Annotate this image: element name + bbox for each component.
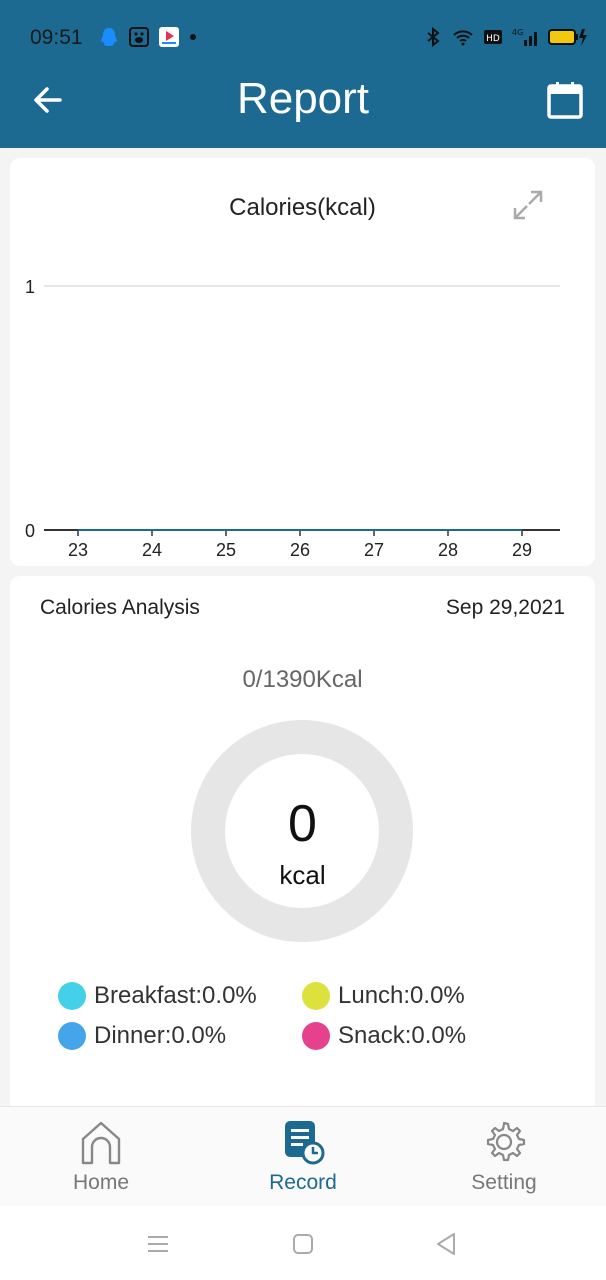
calendar-icon[interactable] (546, 80, 584, 120)
x-tick-label: 24 (142, 540, 162, 560)
page-title: Report (236, 74, 370, 123)
legend-label: Lunch:0.0% (338, 982, 465, 1009)
snack-dot (302, 1022, 330, 1050)
dinner-dot (58, 1022, 86, 1050)
calories-line-chart: 0 1 23 24 25 26 27 28 29 (25, 277, 560, 560)
nav-item-record[interactable]: Record (243, 1119, 363, 1195)
nav-label-home: Home (72, 1171, 130, 1194)
calories-analysis-card: Calories Analysis Sep 29,2021 0/1390Kcal… (10, 576, 595, 1116)
x-tick-label: 25 (216, 540, 236, 560)
nav-item-home[interactable]: Home (41, 1119, 161, 1195)
legend-item-breakfast: Breakfast:0.0% (58, 982, 257, 1010)
dot-icon (190, 34, 196, 40)
nav-item-setting[interactable]: Setting (444, 1119, 564, 1195)
home-icon (81, 1121, 121, 1165)
x-tick-label: 26 (290, 540, 310, 560)
system-navigation-bar (0, 1206, 606, 1280)
hd-icon: HD (484, 30, 502, 44)
nav-label-setting: Setting (471, 1171, 537, 1194)
analysis-title: Calories Analysis (40, 596, 200, 619)
back-triangle-icon[interactable] (432, 1230, 460, 1258)
legend-label: Breakfast:0.0% (94, 982, 257, 1009)
bluetooth-icon (427, 26, 440, 48)
signal-4g-icon: 4G (512, 28, 537, 46)
battery-icon (548, 29, 587, 46)
gear-icon (486, 1121, 526, 1162)
legend-item-dinner: Dinner:0.0% (58, 1022, 226, 1050)
status-bar: 09:51 HD 4G (0, 0, 606, 54)
expand-icon[interactable] (511, 188, 545, 222)
legend-label: Dinner:0.0% (94, 1022, 227, 1049)
x-tick-label: 29 (512, 540, 532, 560)
legend-label: Snack:0.0% (338, 1022, 467, 1049)
bottom-navigation: Home Record Setting (0, 1106, 606, 1206)
y-tick-label: 0 (25, 521, 35, 541)
legend-item-snack: Snack:0.0% (302, 1022, 466, 1050)
app-header: Report (0, 54, 606, 148)
calorie-value: 0 (288, 795, 317, 853)
svg-text:4G: 4G (512, 28, 523, 37)
legend-item-lunch: Lunch:0.0% (302, 982, 465, 1010)
breakfast-dot (58, 982, 86, 1010)
x-tick-label: 23 (68, 540, 88, 560)
menu-icon[interactable] (144, 1230, 172, 1258)
wifi-icon (453, 30, 473, 46)
status-time: 09:51 (30, 26, 83, 49)
calorie-unit: kcal (279, 860, 326, 890)
qq-icon (101, 28, 117, 46)
y-tick-label: 1 (25, 277, 35, 297)
svg-text:HD: HD (486, 34, 500, 44)
calorie-target: 0/1390Kcal (242, 666, 363, 693)
calories-chart-card: Calories(kcal) 0 1 23 24 25 26 27 28 29 (10, 158, 595, 566)
status-icons-right: HD 4G (422, 26, 588, 48)
youku-icon (159, 27, 179, 47)
chart-title: Calories(kcal) (229, 194, 376, 221)
x-tick-label: 28 (438, 540, 458, 560)
analysis-date[interactable]: Sep 29,2021 (446, 596, 565, 620)
x-tick-label: 27 (364, 540, 384, 560)
home-square-icon[interactable] (289, 1230, 317, 1258)
lunch-dot (302, 982, 330, 1010)
nav-label-record: Record (269, 1171, 337, 1194)
status-icons-left (98, 26, 198, 48)
record-icon (285, 1121, 325, 1165)
baidu-icon (129, 27, 149, 47)
